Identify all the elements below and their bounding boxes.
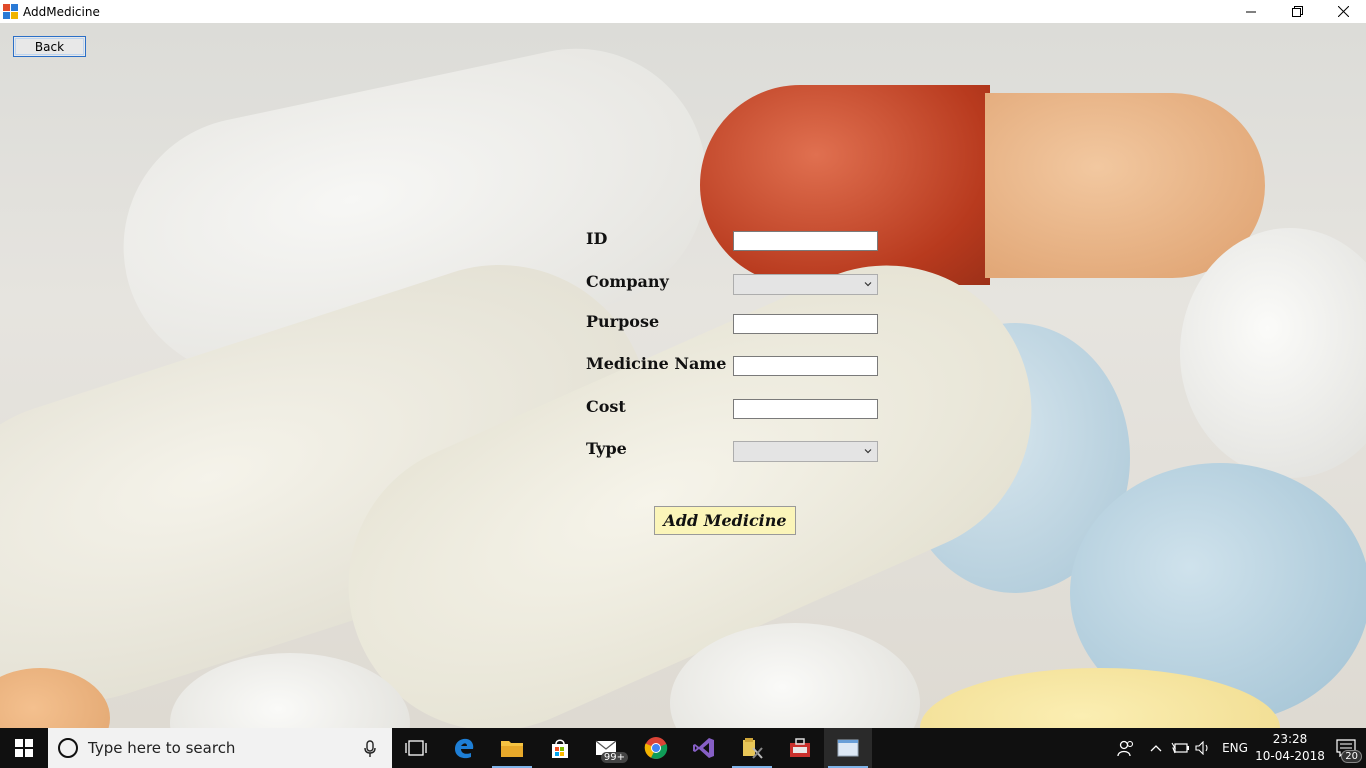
sql-tool-taskbar-button[interactable] (728, 728, 776, 768)
notification-count-badge: 20 (1341, 750, 1362, 763)
medicine-name-input[interactable] (733, 356, 878, 376)
volume-button[interactable] (1192, 728, 1216, 768)
task-view-button[interactable] (392, 728, 440, 768)
mail-unread-badge: 99+ (600, 752, 628, 763)
chevron-down-icon (864, 282, 872, 287)
action-center-button[interactable]: 20 (1326, 728, 1366, 768)
company-label: Company (586, 272, 669, 291)
folder-icon (501, 741, 523, 757)
speaker-icon (1195, 741, 1208, 755)
clock[interactable]: 23:28 10-04-2018 (1254, 728, 1326, 768)
app-window-icon (837, 739, 859, 757)
windows-logo-icon (15, 739, 33, 757)
start-button[interactable] (0, 728, 48, 768)
back-button[interactable]: Back (13, 36, 86, 57)
chrome-taskbar-button[interactable] (632, 728, 680, 768)
addmedicine-app-taskbar-button[interactable] (824, 728, 872, 768)
company-dropdown[interactable] (733, 274, 878, 295)
search-box[interactable]: Type here to search (48, 728, 392, 768)
toolbox-icon (790, 738, 810, 757)
people-icon (1117, 740, 1134, 757)
type-dropdown[interactable] (733, 441, 878, 462)
microphone-icon[interactable] (362, 740, 378, 758)
title-bar: AddMedicine (0, 0, 1366, 23)
app-icon (3, 3, 19, 20)
medicine-name-label: Medicine Name (586, 354, 727, 373)
minimize-icon (1246, 11, 1256, 12)
chevron-down-icon (864, 449, 872, 454)
chrome-icon (644, 737, 668, 759)
database-tools-icon (743, 738, 763, 759)
edge-taskbar-button[interactable] (440, 728, 488, 768)
cost-input[interactable] (733, 399, 878, 419)
visual-studio-icon (693, 738, 714, 758)
visual-studio-taskbar-button[interactable] (680, 728, 728, 768)
battery-charging-icon (1171, 742, 1189, 754)
search-placeholder: Type here to search (88, 739, 236, 757)
restore-icon (1291, 6, 1303, 17)
task-view-icon (405, 740, 427, 756)
taskbar: Type here to search 99+ ENG 23:28 10-04-… (0, 728, 1366, 768)
purpose-label: Purpose (586, 312, 660, 331)
battery-button[interactable] (1168, 728, 1192, 768)
store-bag-icon (552, 739, 568, 758)
file-explorer-taskbar-button[interactable] (488, 728, 536, 768)
minimize-button[interactable] (1228, 0, 1274, 23)
cost-label: Cost (586, 397, 626, 416)
toolbox-taskbar-button[interactable] (776, 728, 824, 768)
store-taskbar-button[interactable] (536, 728, 584, 768)
restore-button[interactable] (1274, 0, 1320, 23)
id-input[interactable] (733, 231, 878, 251)
close-button[interactable] (1320, 0, 1366, 23)
people-button[interactable] (1108, 728, 1144, 768)
input-language-button[interactable]: ENG (1216, 728, 1254, 768)
cortana-icon (58, 738, 78, 758)
chevron-up-icon (1150, 745, 1162, 752)
purpose-input[interactable] (733, 314, 878, 334)
show-hidden-icons-button[interactable] (1144, 728, 1168, 768)
close-icon (1337, 6, 1349, 17)
form-background (0, 23, 1366, 728)
window-title: AddMedicine (23, 4, 100, 19)
clock-time: 23:28 (1272, 732, 1308, 746)
clock-date: 10-04-2018 (1255, 749, 1325, 763)
id-label: ID (586, 229, 608, 248)
add-medicine-button[interactable]: Add Medicine (654, 506, 796, 535)
edge-icon (455, 738, 474, 759)
type-label: Type (586, 439, 627, 458)
mail-taskbar-button[interactable]: 99+ (584, 728, 632, 768)
